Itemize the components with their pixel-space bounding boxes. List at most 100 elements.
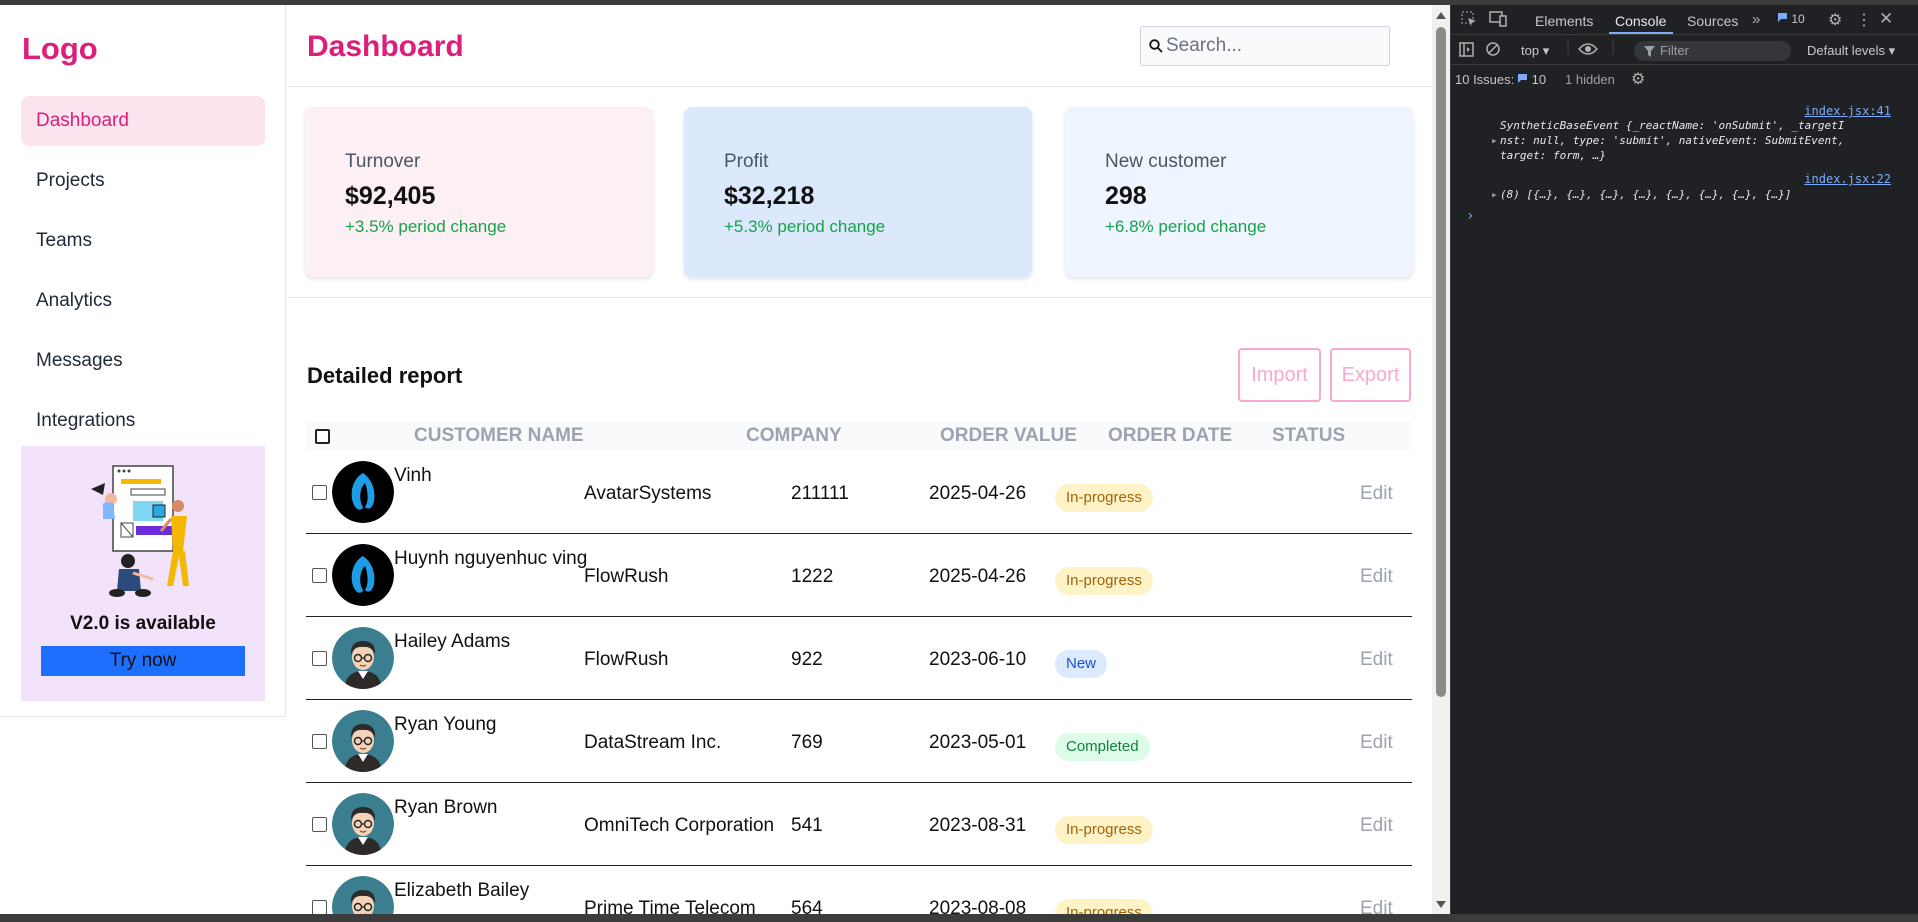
edit-link[interactable]: Edit [1360,815,1393,837]
console-source-link[interactable]: index.jsx:41 [1804,104,1891,118]
edit-link[interactable]: Edit [1360,566,1393,588]
console-source-link[interactable]: index.jsx:22 [1804,172,1891,186]
message-icon [1518,74,1527,83]
avatar-person-image [332,793,394,855]
sidebar-item-analytics[interactable]: Analytics [21,276,265,326]
toolbar-separator: | [1611,38,1616,55]
scroll-up-arrow-icon[interactable] [1436,12,1446,19]
edit-link[interactable]: Edit [1360,732,1393,754]
company-cell: Prime Time Telecom [584,898,756,914]
export-button[interactable]: Export [1330,348,1411,402]
column-header-order-date[interactable]: ORDER DATE [1108,421,1232,451]
column-header-customer-name[interactable]: CUSTOMER NAME [414,421,584,451]
page-scrollbar[interactable] [1432,5,1450,914]
company-cell: FlowRush [584,649,669,670]
device-toolbar-icon[interactable] [1489,11,1507,30]
console-filter-input[interactable]: Filter [1634,41,1791,61]
customer-name: Hailey Adams [394,631,511,652]
search-input[interactable] [1166,32,1381,60]
settings-gear-icon[interactable]: ⚙ [1828,10,1842,30]
order-value-cell: 922 [791,649,823,670]
row-checkbox[interactable] [312,900,327,914]
sidebar: Logo Dashboard Projects Teams Analytics … [0,5,286,717]
customer-name: Vinh [394,465,432,486]
inspect-element-icon[interactable] [1461,11,1477,30]
order-date-cell: 2023-08-31 [929,815,1027,836]
row-checkbox[interactable] [312,568,327,583]
main-header: Dashboard [287,5,1432,87]
promo-title: V2.0 is available [70,613,216,634]
sidebar-toggle-icon[interactable] [1459,42,1474,60]
avatar-logo-image [332,461,394,523]
row-checkbox[interactable] [312,734,327,749]
column-header-order-value[interactable]: ORDER VALUE [940,421,1077,451]
customer-name: Ryan Brown [394,797,498,818]
clear-console-icon[interactable] [1485,41,1501,60]
tab-elements[interactable]: Elements [1535,13,1593,29]
more-options-kebab-icon[interactable]: ⋮ [1856,10,1872,30]
stat-value: $92,405 [345,182,436,210]
toolbar-separator: | [1566,38,1571,55]
sidebar-item-integrations[interactable]: Integrations [21,396,265,446]
try-now-button[interactable]: Try now [41,646,245,676]
sidebar-item-dashboard[interactable]: Dashboard [21,96,265,146]
edit-link[interactable]: Edit [1360,483,1393,505]
table-row: Ryan Brown OmniTech Corporation 541 2023-08… [306,783,1412,866]
tab-console[interactable]: Console [1615,13,1666,29]
status-badge: In-progress [1055,816,1153,844]
active-tab-indicator [1609,32,1673,34]
sidebar-item-messages[interactable]: Messages [21,336,265,386]
import-button[interactable]: Import [1238,348,1321,402]
tab-sources[interactable]: Sources [1687,13,1738,29]
edit-link[interactable]: Edit [1360,898,1393,914]
order-date-cell: 2023-05-01 [929,732,1027,753]
column-header-company[interactable]: COMPANY [746,421,842,451]
status-badge: Completed [1055,733,1150,761]
column-header-status[interactable]: STATUS [1272,421,1345,451]
live-expression-eye-icon[interactable] [1577,42,1599,59]
table-row: Hailey Adams FlowRush 922 2023-06-10 New Edit [306,617,1412,700]
console-log-line: target: form, …} [1500,149,1606,162]
log-levels-dropdown[interactable]: Default levels ▾ [1807,43,1895,59]
row-checkbox[interactable] [312,817,327,832]
context-selector[interactable]: top ▾ [1521,43,1549,59]
expand-triangle-icon[interactable]: ▸ [1491,134,1498,147]
issues-settings-gear-icon[interactable]: ⚙ [1631,69,1645,89]
more-tabs-chevron-icon[interactable]: » [1752,11,1760,28]
row-checkbox[interactable] [312,485,327,500]
filter-funnel-icon [1644,46,1655,57]
scrollbar-thumb[interactable] [1436,27,1446,697]
issues-count: 10 [1531,72,1547,87]
status-badge: New [1055,650,1108,678]
search-icon [1149,39,1163,53]
console-log-line: SyntheticBaseEvent {_reactName: 'onSubmi… [1500,119,1845,132]
message-icon [1778,13,1787,22]
table-row: Ryan Young DataStream Inc. 769 2023-05-01 Co… [306,700,1412,783]
select-all-checkbox[interactable] [315,429,330,444]
stat-change: +3.5% period change [345,217,507,236]
customer-name: Huynh nguyenhuc ving [394,548,588,569]
stat-label: Profit [724,151,769,172]
row-checkbox[interactable] [312,651,327,666]
issues-badge[interactable]: 10 [1777,12,1805,26]
context-label: top [1521,43,1540,58]
table-header: CUSTOMER NAME COMPANY ORDER VALUE ORDER … [306,421,1412,451]
stat-change: +5.3% period change [724,217,886,236]
upgrade-promo-card: V2.0 is available Try now [21,446,265,701]
filter-placeholder: Filter [1660,43,1689,58]
sidebar-item-projects[interactable]: Projects [21,156,265,206]
company-cell: DataStream Inc. [584,732,722,753]
devtools-tab-bar: Elements Console Sources » 10 ⚙ ⋮ ✕ [1451,5,1918,35]
expand-triangle-icon[interactable]: ▸ [1491,188,1498,201]
promo-illustration [91,465,189,597]
issues-count-link[interactable]: 10 [1517,72,1546,87]
console-prompt-chevron-icon[interactable]: › [1466,208,1474,224]
company-cell: OmniTech Corporation [584,815,775,836]
scroll-down-arrow-icon[interactable] [1436,901,1446,908]
issues-bar: 10 Issues: 10 1 hidden ⚙ [1451,67,1918,91]
close-icon[interactable]: ✕ [1879,9,1893,29]
edit-link[interactable]: Edit [1360,649,1393,671]
sidebar-item-teams[interactable]: Teams [21,216,265,266]
section-divider [287,297,1432,298]
status-badge: In-progress [1055,484,1153,512]
